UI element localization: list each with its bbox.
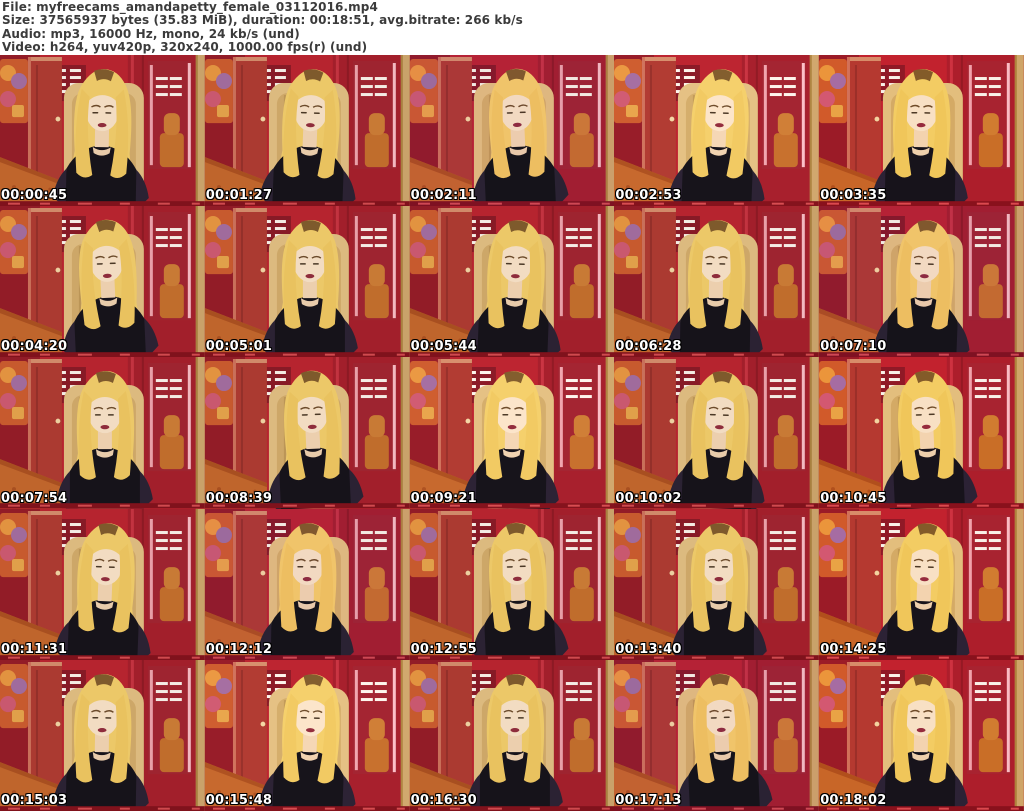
video-thumbnail: 00:03:35 — [819, 55, 1024, 207]
thumbnail-image — [204, 508, 410, 660]
video-thumbnail: 00:07:10 — [819, 206, 1024, 358]
thumbnail-image — [614, 357, 820, 509]
thumbnail-image — [614, 55, 820, 207]
video-thumbnail: 00:00:45 — [0, 55, 205, 207]
video-thumbnail: 00:15:48 — [204, 659, 410, 811]
video-thumbnail: 00:05:01 — [204, 206, 410, 358]
thumbnail-image — [0, 508, 205, 660]
timestamp-overlay: 00:12:55 — [410, 641, 477, 657]
timestamp-overlay: 00:14:25 — [820, 641, 887, 657]
metadata-line-audio: Audio: mp3, 16000 Hz, mono, 24 kb/s (und… — [2, 26, 300, 41]
timestamp-overlay: 00:06:28 — [615, 339, 682, 355]
thumbnail-image — [0, 206, 205, 358]
thumbnail-image — [819, 206, 1024, 358]
video-thumbnail: 00:05:44 — [409, 206, 615, 358]
video-thumbnail: 00:18:02 — [819, 659, 1024, 811]
video-thumbnail: 00:17:13 — [614, 659, 820, 811]
timestamp-overlay: 00:09:21 — [410, 490, 477, 506]
metadata-line-video: Video: h264, yuv420p, 320x240, 1000.00 f… — [2, 40, 368, 55]
thumbnail-image — [204, 206, 410, 358]
video-thumbnail: 00:11:31 — [0, 508, 205, 660]
thumbnail-image — [204, 659, 410, 811]
thumbnail-image — [0, 659, 205, 811]
timestamp-overlay: 00:15:03 — [1, 792, 68, 808]
timestamp-overlay: 00:01:27 — [205, 188, 273, 204]
video-thumbnail: 00:09:21 — [409, 357, 615, 509]
thumbnail-image — [204, 55, 410, 207]
timestamp-overlay: 00:11:31 — [1, 641, 68, 657]
timestamp-overlay: 00:16:30 — [410, 792, 477, 808]
timestamp-overlay: 00:02:11 — [410, 188, 477, 204]
video-thumbnail: 00:02:11 — [409, 55, 615, 207]
thumbnail-grid: 00:00:45 00:01:27 00:02:11 00:02:53 00:0… — [0, 55, 1024, 811]
timestamp-overlay: 00:07:54 — [1, 490, 68, 506]
thumbnail-image — [409, 659, 615, 811]
thumbnail-image — [0, 55, 205, 207]
thumbnail-image — [819, 357, 1024, 509]
thumbnail-image — [614, 508, 820, 660]
thumbnail-image — [819, 508, 1024, 660]
video-thumbnail: 00:08:39 — [204, 357, 410, 509]
video-thumbnail: 00:12:55 — [409, 508, 615, 660]
thumbnail-image — [819, 55, 1024, 207]
video-thumbnail: 00:10:02 — [614, 357, 820, 509]
timestamp-overlay: 00:00:45 — [1, 188, 68, 204]
video-thumbnail: 00:07:54 — [0, 357, 205, 509]
video-thumbnail: 00:10:45 — [819, 357, 1024, 509]
thumbnail-image — [819, 659, 1024, 811]
timestamp-overlay: 00:17:13 — [615, 792, 682, 808]
video-thumbnail: 00:04:20 — [0, 206, 205, 358]
timestamp-overlay: 00:07:10 — [820, 339, 887, 355]
video-thumbnail: 00:02:53 — [614, 55, 820, 207]
video-thumbnail: 00:01:27 — [204, 55, 410, 207]
timestamp-overlay: 00:03:35 — [820, 188, 887, 204]
timestamp-overlay: 00:18:02 — [820, 792, 887, 808]
timestamp-overlay: 00:05:44 — [410, 339, 477, 355]
timestamp-overlay: 00:10:45 — [820, 490, 887, 506]
timestamp-overlay: 00:04:20 — [1, 339, 68, 355]
timestamp-overlay: 00:05:01 — [205, 339, 273, 355]
video-thumbnail: 00:12:12 — [204, 508, 410, 660]
contact-sheet: File: myfreecams_amandapetty_female_0311… — [0, 0, 1024, 811]
thumbnail-image — [409, 357, 615, 509]
video-thumbnail: 00:14:25 — [819, 508, 1024, 660]
thumbnail-image — [204, 357, 410, 509]
timestamp-overlay: 00:13:40 — [615, 641, 682, 657]
thumbnail-image — [614, 659, 820, 811]
timestamp-overlay: 00:08:39 — [205, 490, 273, 506]
timestamp-overlay: 00:12:12 — [205, 641, 273, 657]
video-thumbnail: 00:15:03 — [0, 659, 205, 811]
thumbnail-image — [614, 206, 820, 358]
video-thumbnail: 00:16:30 — [409, 659, 615, 811]
thumbnail-image — [0, 357, 205, 509]
timestamp-overlay: 00:15:48 — [205, 792, 273, 808]
video-thumbnail: 00:13:40 — [614, 508, 820, 660]
metadata-line-size: Size: 37565937 bytes (35.83 MiB), durati… — [2, 13, 523, 28]
thumbnail-image — [409, 508, 615, 660]
thumbnail-image — [409, 55, 615, 207]
metadata-header: File: myfreecams_amandapetty_female_0311… — [0, 0, 1024, 55]
video-thumbnail: 00:06:28 — [614, 206, 820, 358]
timestamp-overlay: 00:10:02 — [615, 490, 682, 506]
thumbnail-image — [409, 206, 615, 358]
metadata-line-file: File: myfreecams_amandapetty_female_0311… — [2, 0, 378, 14]
timestamp-overlay: 00:02:53 — [615, 188, 682, 204]
